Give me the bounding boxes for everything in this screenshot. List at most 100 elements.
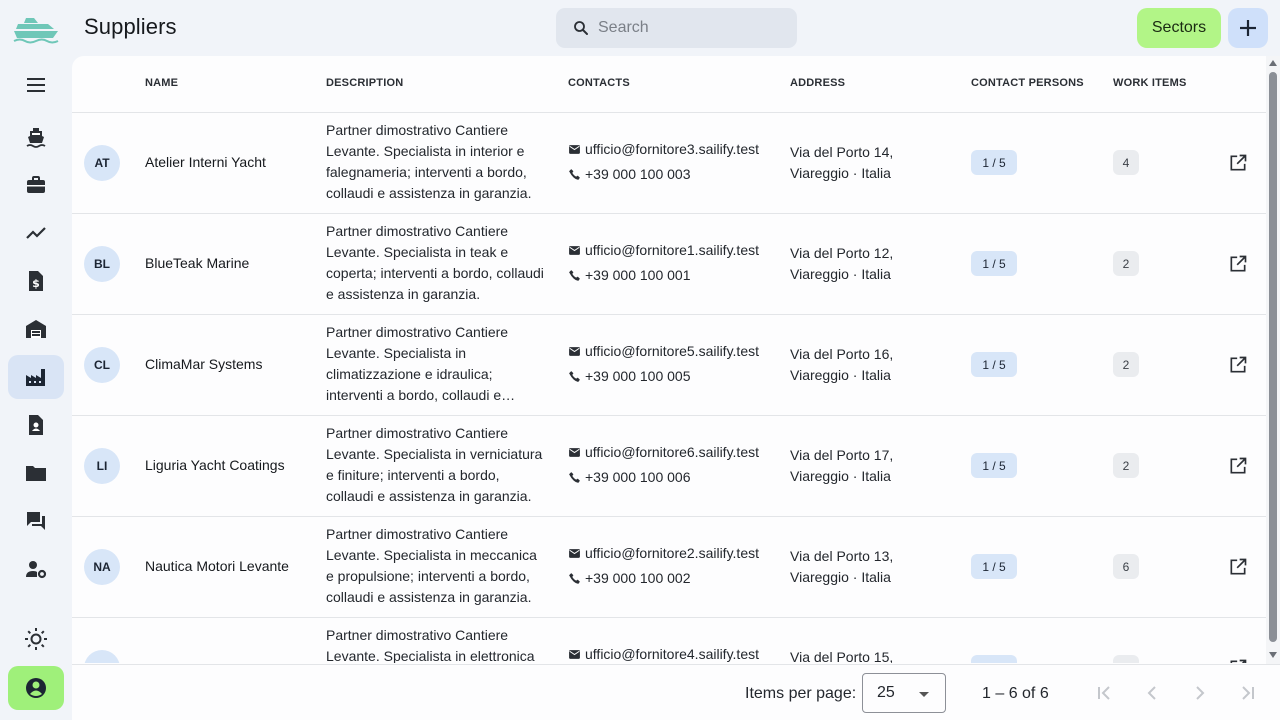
- phone-text: +39 000 100 001: [585, 267, 691, 283]
- page-size-select[interactable]: 25: [862, 673, 946, 713]
- theme-toggle[interactable]: [8, 617, 64, 661]
- page-size-value: 25: [877, 684, 895, 701]
- supplier-name[interactable]: ClimaMar Systems: [145, 356, 262, 372]
- table-row[interactable]: Partner dimostrativo Cantiere Levante. S…: [72, 618, 1266, 663]
- table-header: Name Description Contacts Address Contac…: [72, 56, 1266, 113]
- scroll-down-arrow[interactable]: [1269, 652, 1277, 658]
- table-row[interactable]: LI Liguria Yacht Coatings Partner dimostra…: [72, 416, 1266, 517]
- nav-item-user-management[interactable]: [8, 547, 64, 591]
- menu-icon: [27, 78, 45, 92]
- email-text: ufficio@fornitore6.sailify.test: [585, 444, 759, 460]
- supplier-name[interactable]: Nautica Motori Levante: [145, 558, 289, 574]
- open-in-new-icon[interactable]: [1228, 153, 1248, 173]
- supplier-name[interactable]: Liguria Yacht Coatings: [145, 457, 285, 473]
- work-items-badge: [1113, 655, 1139, 663]
- table-row[interactable]: AT Atelier Interni Yacht Partner dimostrat…: [72, 113, 1266, 214]
- supplier-email[interactable]: ufficio@fornitore6.sailify.test: [568, 444, 759, 460]
- open-in-new-icon[interactable]: [1228, 557, 1248, 577]
- page-range-label: 1 – 6 of 6: [982, 685, 1049, 702]
- nav-item-suppliers[interactable]: [8, 355, 64, 399]
- supplier-description: Partner dimostrativo Cantiere Levante. S…: [326, 526, 537, 605]
- supplier-description: Partner dimostrativo Cantiere Levante. S…: [326, 425, 543, 504]
- email-text: ufficio@fornitore5.sailify.test: [585, 343, 759, 359]
- last-page-icon[interactable]: [1236, 681, 1260, 705]
- column-header-name[interactable]: Name: [145, 77, 178, 89]
- open-in-new-icon[interactable]: [1228, 456, 1248, 476]
- chevron-down-icon: [919, 692, 929, 697]
- supplier-description: Partner dimostrativo Cantiere Levante. S…: [326, 122, 532, 201]
- scroll-thumb[interactable]: [1269, 72, 1277, 642]
- work-items-badge: 2: [1113, 251, 1139, 276]
- avatar: CL: [84, 347, 120, 383]
- nav-item-jobs[interactable]: [8, 163, 64, 207]
- work-items-badge: 4: [1113, 150, 1139, 175]
- supplier-email[interactable]: ufficio@fornitore5.sailify.test: [568, 343, 759, 359]
- supplier-phone[interactable]: +39 000 100 003: [568, 166, 691, 182]
- first-page-icon[interactable]: [1092, 681, 1116, 705]
- column-header-description[interactable]: Description: [326, 77, 403, 89]
- plus-icon: [1240, 20, 1256, 36]
- sun-icon: [25, 628, 47, 650]
- avatar: NA: [84, 549, 120, 585]
- email-text: ufficio@fornitore2.sailify.test: [585, 545, 759, 561]
- table-row[interactable]: CL ClimaMar Systems Partner dimostrativo C…: [72, 315, 1266, 416]
- supplier-address: Via del Porto 14, Viareggio · Italia: [790, 144, 894, 181]
- table-body: AT Atelier Interni Yacht Partner dimostrat…: [72, 113, 1266, 663]
- supplier-phone[interactable]: +39 000 100 006: [568, 469, 691, 485]
- supplier-address: Via del Porto 15,: [790, 649, 894, 663]
- menu-toggle[interactable]: [8, 63, 64, 107]
- supplier-description: Partner dimostrativo Cantiere Levante. S…: [326, 324, 509, 403]
- column-header-contact-persons[interactable]: Contact persons: [971, 77, 1084, 89]
- supplier-email[interactable]: ufficio@fornitore2.sailify.test: [568, 545, 759, 561]
- supplier-email[interactable]: ufficio@fornitore1.sailify.test: [568, 242, 759, 258]
- work-items-badge: 6: [1113, 554, 1139, 579]
- nav-item-boats[interactable]: [8, 115, 64, 159]
- search-box[interactable]: [556, 8, 797, 48]
- account-button[interactable]: [8, 666, 64, 710]
- next-page-icon[interactable]: [1188, 681, 1212, 705]
- contact-card-icon: [29, 415, 43, 435]
- scrollbar[interactable]: [1266, 56, 1280, 664]
- supplier-phone[interactable]: +39 000 100 001: [568, 267, 691, 283]
- scroll-up-arrow[interactable]: [1269, 60, 1277, 66]
- phone-text: +39 000 100 006: [585, 469, 691, 485]
- table-row[interactable]: BL BlueTeak Marine Partner dimostrativo Ca…: [72, 214, 1266, 315]
- nav-item-analytics[interactable]: [8, 211, 64, 255]
- contact-persons-badge: [971, 655, 1017, 663]
- supplier-email[interactable]: ufficio@fornitore3.sailify.test: [568, 141, 759, 157]
- supplier-phone[interactable]: +39 000 100 002: [568, 570, 691, 586]
- invoice-icon: $: [29, 271, 43, 291]
- phone-text: +39 000 100 003: [585, 166, 691, 182]
- nav-item-documents[interactable]: [8, 451, 64, 495]
- open-in-new-icon[interactable]: [1228, 355, 1248, 375]
- column-header-work-items[interactable]: Work items: [1113, 77, 1187, 89]
- nav-item-messages[interactable]: [8, 499, 64, 543]
- previous-page-icon[interactable]: [1140, 681, 1164, 705]
- sectors-button[interactable]: Sectors: [1137, 8, 1221, 48]
- phone-text: +39 000 100 005: [585, 368, 691, 384]
- nav-item-warehouse[interactable]: [8, 307, 64, 351]
- ship-logo-icon: [13, 18, 59, 44]
- email-text: ufficio@fornitore3.sailify.test: [585, 141, 759, 157]
- open-in-new-icon[interactable]: [1228, 254, 1248, 274]
- add-supplier-button[interactable]: [1228, 8, 1268, 48]
- search-icon: [574, 21, 588, 35]
- contact-persons-badge: 1 / 5: [971, 251, 1017, 276]
- supplier-email[interactable]: ufficio@fornitore4.sailify.test: [568, 646, 759, 662]
- open-in-new-icon[interactable]: [1228, 658, 1248, 663]
- avatar: [84, 650, 120, 663]
- table-row[interactable]: NA Nautica Motori Levante Partner dimostra…: [72, 517, 1266, 618]
- warehouse-icon: [26, 320, 46, 338]
- svg-text:$: $: [32, 277, 40, 290]
- supplier-phone[interactable]: +39 000 100 005: [568, 368, 691, 384]
- nav-item-contacts[interactable]: [8, 403, 64, 447]
- search-input[interactable]: [598, 19, 778, 37]
- supplier-name[interactable]: Atelier Interni Yacht: [145, 154, 266, 170]
- column-header-contacts[interactable]: Contacts: [568, 77, 630, 89]
- email-text: ufficio@fornitore4.sailify.test: [585, 646, 759, 662]
- work-items-badge: 2: [1113, 352, 1139, 377]
- nav-item-invoices[interactable]: $: [8, 259, 64, 303]
- supplier-name[interactable]: BlueTeak Marine: [145, 255, 249, 271]
- email-icon: [569, 548, 580, 558]
- column-header-address[interactable]: Address: [790, 77, 845, 89]
